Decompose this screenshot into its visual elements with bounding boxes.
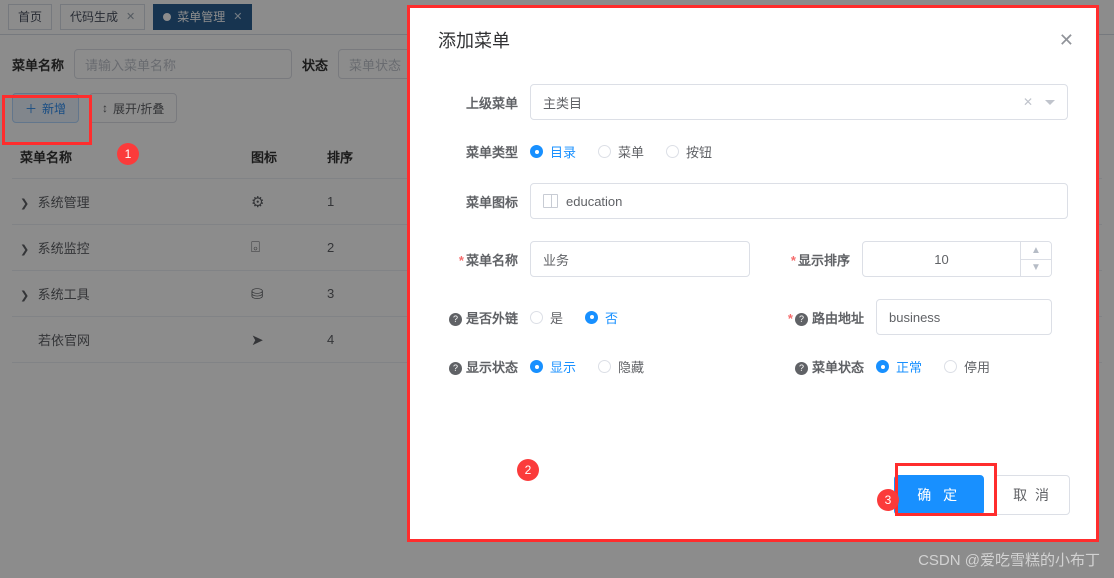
dialog-title: 添加菜单 <box>438 31 510 51</box>
annotation-badge-2: 2 <box>517 459 539 481</box>
radio-menu-type-menu[interactable]: 菜单 <box>598 142 644 161</box>
radio-external-no[interactable]: 否 <box>585 308 618 327</box>
question-icon[interactable]: ? <box>794 362 808 375</box>
radio-label: 正常 <box>896 360 923 375</box>
route-path-label: *? 路由地址 <box>750 308 876 327</box>
menu-type-radio-group: 目录 菜单 按钮 <box>530 142 712 161</box>
chevron-down-icon[interactable]: ▼ <box>1021 259 1051 276</box>
radio-menu-type-button[interactable]: 按钮 <box>666 142 712 161</box>
annotation-badge-1: 1 <box>117 143 139 165</box>
field-row-external-route: ? 是否外链 是 否 *? 路由地址 business <box>438 299 1068 335</box>
radio-label: 显示 <box>550 360 577 375</box>
field-row-name-order: * 菜单名称 业务 * 显示排序 10 ▲ ▼ <box>438 241 1068 277</box>
dialog-header: 添加菜单 ✕ <box>410 8 1096 72</box>
add-menu-dialog: 添加菜单 ✕ 上级菜单 主类目 ✕ 菜单类型 目录 菜单 按钮 菜单图标 edu… <box>410 8 1096 539</box>
book-icon <box>543 194 558 208</box>
dialog-footer: 确 定 取 消 <box>894 475 1070 515</box>
close-icon[interactable]: ✕ <box>1059 31 1074 49</box>
radio-label: 停用 <box>964 360 991 375</box>
menu-icon-label: 菜单图标 <box>465 194 518 210</box>
question-icon[interactable]: ? <box>448 362 462 375</box>
field-row-status: ? 显示状态 显示 隐藏 ? 菜单状态 正常 停用 <box>438 357 1068 376</box>
radio-display-hide[interactable]: 隐藏 <box>598 357 644 376</box>
radio-dot-icon <box>585 310 599 324</box>
radio-label: 菜单 <box>618 145 645 160</box>
question-icon[interactable]: ? <box>448 312 462 326</box>
radio-dot-icon <box>598 145 612 158</box>
radio-dot-icon <box>944 360 958 373</box>
radio-dot-icon <box>876 360 889 373</box>
question-icon[interactable]: ? <box>794 312 808 326</box>
radio-label: 目录 <box>550 145 577 160</box>
confirm-button[interactable]: 确 定 <box>894 475 985 515</box>
display-order-stepper[interactable]: 10 ▲ ▼ <box>862 241 1052 277</box>
menu-status-label: ? 菜单状态 <box>750 357 876 376</box>
route-path-value: business <box>889 309 941 325</box>
menu-name-label: * 菜单名称 <box>438 250 530 269</box>
radio-dot-icon <box>530 360 543 373</box>
radio-label: 是 <box>550 310 564 326</box>
display-order-label: * 显示排序 <box>750 250 862 269</box>
label-text: 显示状态 <box>465 360 518 375</box>
display-status-radio-group: 显示 隐藏 <box>530 357 750 376</box>
parent-menu-value: 主类目 <box>543 95 583 111</box>
field-menu-type: 菜单类型 目录 菜单 按钮 <box>438 142 1068 161</box>
is-external-label: ? 是否外链 <box>438 308 530 327</box>
radio-dot-icon <box>530 145 543 158</box>
watermark: CSDN @爱吃雪糕的小布丁 <box>918 552 1100 569</box>
radio-label: 按钮 <box>686 145 713 160</box>
dialog-body: 上级菜单 主类目 ✕ 菜单类型 目录 菜单 按钮 菜单图标 education … <box>410 72 1096 376</box>
label-text: 是否外链 <box>465 310 518 326</box>
is-external-radio-group: 是 否 <box>530 308 750 327</box>
parent-menu-label: 上级菜单 <box>465 95 518 111</box>
required-star: * <box>458 252 464 268</box>
menu-name-value: 业务 <box>543 252 570 268</box>
menu-type-label: 菜单类型 <box>465 145 518 160</box>
radio-status-normal[interactable]: 正常 <box>876 357 922 376</box>
menu-name-input[interactable]: 业务 <box>530 241 750 277</box>
cancel-button[interactable]: 取 消 <box>994 475 1070 515</box>
radio-menu-type-directory[interactable]: 目录 <box>530 142 576 161</box>
required-star: * <box>787 310 793 326</box>
radio-display-show[interactable]: 显示 <box>530 357 576 376</box>
chevron-up-icon[interactable]: ▲ <box>1021 242 1051 260</box>
menu-icon-value: education <box>566 193 623 209</box>
menu-status-radio-group: 正常 停用 <box>876 357 990 376</box>
radio-label: 否 <box>605 310 619 326</box>
radio-status-disabled[interactable]: 停用 <box>944 357 990 376</box>
field-menu-icon: 菜单图标 education <box>438 183 1068 219</box>
chevron-down-icon[interactable] <box>1045 99 1055 105</box>
label-text: 菜单状态 <box>811 360 864 375</box>
display-status-label: ? 显示状态 <box>438 357 530 376</box>
radio-label: 隐藏 <box>618 360 645 375</box>
field-parent-menu: 上级菜单 主类目 ✕ <box>438 84 1068 120</box>
radio-dot-icon <box>530 310 543 324</box>
route-path-input[interactable]: business <box>876 299 1052 335</box>
radio-dot-icon <box>598 360 612 373</box>
radio-dot-icon <box>666 145 680 158</box>
label-text: 菜单名称 <box>465 252 518 268</box>
label-text: 显示排序 <box>797 252 850 268</box>
annotation-badge-3: 3 <box>877 489 899 511</box>
radio-external-yes[interactable]: 是 <box>530 308 563 327</box>
display-order-value: 10 <box>934 251 949 267</box>
clear-icon[interactable]: ✕ <box>1023 95 1033 109</box>
menu-icon-input[interactable]: education <box>530 183 1068 219</box>
required-star: * <box>790 252 796 268</box>
label-text: 路由地址 <box>811 310 864 326</box>
parent-menu-select[interactable]: 主类目 ✕ <box>530 84 1068 120</box>
